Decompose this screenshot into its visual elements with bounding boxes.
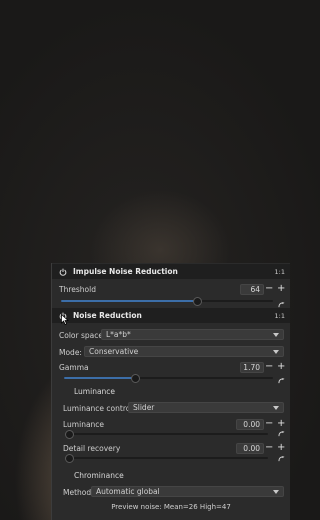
chevron-down-icon [273, 333, 279, 337]
reset-icon[interactable] [278, 378, 285, 384]
method-dropdown[interactable]: Automatic global [91, 486, 284, 497]
method-value: Automatic global [96, 487, 160, 496]
threshold-minus-button[interactable]: − [265, 284, 273, 294]
noise-reduction-title: Noise Reduction [73, 311, 142, 320]
luminance-control-value: Slider [133, 403, 155, 412]
tool-panel: Impulse Noise Reduction 1:1 Threshold 64… [51, 263, 290, 520]
luminance-section-title: Luminance [74, 387, 116, 396]
one-to-one-label: 1:1 [274, 267, 285, 276]
chevron-down-icon [273, 490, 279, 494]
one-to-one-label: 1:1 [274, 311, 285, 320]
color-space-value: L*a*b* [106, 330, 131, 339]
mode-dropdown[interactable]: Conservative [84, 346, 284, 357]
luminance-control-dropdown[interactable]: Slider [128, 402, 284, 413]
reset-icon[interactable] [278, 456, 285, 462]
mouse-cursor-icon [61, 314, 69, 325]
luminance-value[interactable]: 0.00 [236, 419, 264, 430]
threshold-value[interactable]: 64 [240, 284, 264, 295]
luminance-slider[interactable] [65, 429, 268, 439]
color-space-dropdown[interactable]: L*a*b* [101, 329, 284, 340]
gamma-plus-button[interactable]: + [277, 362, 285, 372]
detail-recovery-slider[interactable] [65, 453, 268, 463]
luminance-minus-button[interactable]: − [265, 419, 273, 429]
reset-icon[interactable] [278, 431, 285, 437]
gamma-slider[interactable] [64, 373, 273, 383]
threshold-slider-fill [61, 300, 197, 302]
preview-noise-text: Preview noise: Mean=26 High=47 [111, 503, 231, 511]
luminance-plus-button[interactable]: + [277, 419, 285, 429]
gamma-label: Gamma [59, 363, 89, 372]
mode-value: Conservative [89, 347, 139, 356]
noise-reduction-header[interactable]: Noise Reduction 1:1 [52, 308, 290, 323]
chevron-down-icon [273, 406, 279, 410]
detail-recovery-label: Detail recovery [63, 444, 121, 453]
detail-recovery-slider-knob[interactable] [65, 453, 74, 463]
impulse-title: Impulse Noise Reduction [73, 267, 178, 276]
gamma-value[interactable]: 1.70 [240, 362, 264, 373]
chrominance-section-title: Chrominance [74, 471, 124, 480]
mode-label: Mode: [59, 348, 82, 357]
threshold-slider[interactable] [61, 296, 273, 306]
power-icon[interactable] [59, 268, 67, 276]
color-space-label: Color space: [59, 331, 106, 340]
gamma-slider-knob[interactable] [131, 373, 141, 383]
gamma-slider-fill [64, 377, 136, 379]
impulse-noise-reduction-header[interactable]: Impulse Noise Reduction 1:1 [52, 264, 290, 279]
detail-recovery-value[interactable]: 0.00 [236, 443, 264, 454]
chevron-down-icon [273, 350, 279, 354]
threshold-slider-knob[interactable] [192, 296, 202, 306]
luminance-label: Luminance [63, 420, 105, 429]
gamma-minus-button[interactable]: − [265, 362, 273, 372]
threshold-label: Threshold [59, 285, 96, 294]
detail-recovery-minus-button[interactable]: − [265, 443, 273, 453]
method-label: Method: [63, 488, 94, 497]
luminance-slider-knob[interactable] [65, 429, 74, 439]
detail-recovery-plus-button[interactable]: + [277, 443, 285, 453]
threshold-plus-button[interactable]: + [277, 284, 285, 294]
luminance-control-label: Luminance control: [63, 404, 135, 413]
